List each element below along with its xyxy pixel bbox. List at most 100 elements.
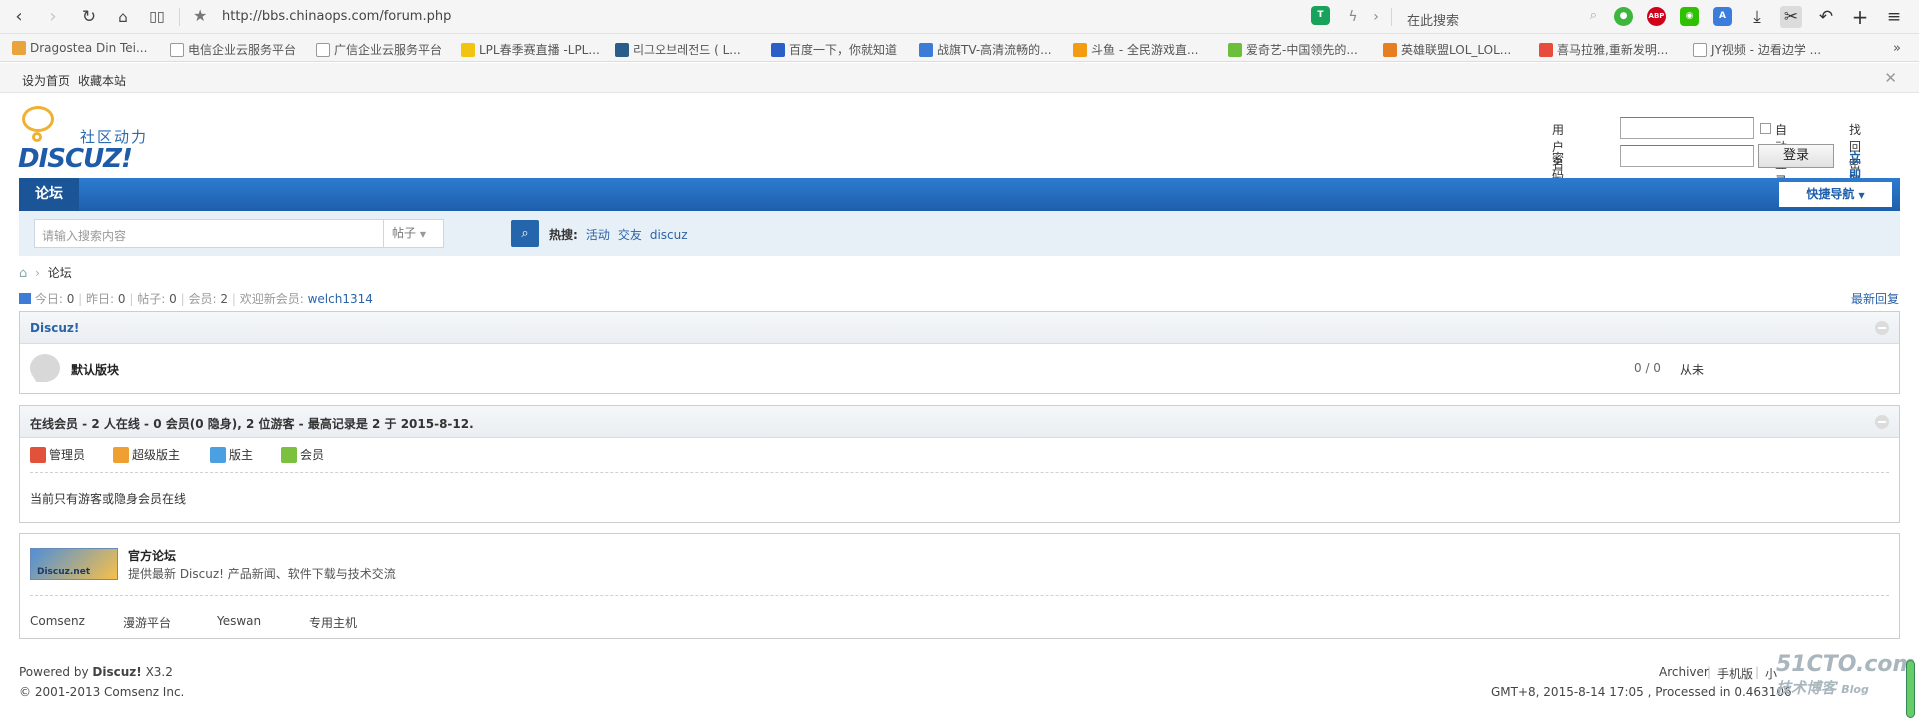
- browser-toolbar: ‹ › ↻ ⌂ ▯▯ ★ http://bbs.chinaops.com/for…: [0, 0, 1919, 34]
- forum-stats: 今日: 0 | 昨日: 0 | 帖子: 0 | 会员: 2 | 欢迎新会员: w…: [19, 290, 373, 307]
- hot-search-link[interactable]: discuz: [650, 228, 688, 242]
- powered-by: Powered by Discuz! X3.2: [19, 665, 173, 679]
- password-input[interactable]: [1620, 145, 1754, 167]
- download-icon[interactable]: ⤓: [1746, 6, 1768, 28]
- bookmark-item[interactable]: 战旗TV-高清流畅的...: [919, 41, 1052, 58]
- menu-icon[interactable]: ≡: [1883, 6, 1905, 28]
- logo-bubble-icon: [22, 106, 54, 132]
- hot-search: 热搜: 活动 交友 discuz: [549, 228, 688, 242]
- category-title[interactable]: Discuz!: [30, 321, 79, 335]
- mobile-link[interactable]: 手机版: [1717, 665, 1753, 682]
- bookmark-item[interactable]: Dragostea Din Tei...: [12, 41, 147, 55]
- browser-search[interactable]: 在此搜索 ⌕: [1397, 4, 1597, 30]
- chart-icon: [19, 293, 31, 304]
- home-icon[interactable]: ⌂: [19, 266, 27, 281]
- bookmark-star-icon[interactable]: ★: [193, 6, 207, 25]
- site-logo[interactable]: 社区动力 DISCUZ!: [18, 104, 153, 174]
- auto-login-checkbox[interactable]: [1760, 123, 1771, 134]
- quick-nav-button[interactable]: 快捷导航 ▼: [1779, 182, 1892, 207]
- forum-counts: 0 / 0: [1634, 361, 1661, 375]
- page-icon: [316, 43, 330, 57]
- friend-link[interactable]: Yeswan: [217, 614, 261, 628]
- reload-icon[interactable]: ↻: [78, 6, 100, 28]
- adblock-icon[interactable]: ABP: [1647, 7, 1666, 26]
- flash-icon[interactable]: ϟ: [1342, 6, 1364, 28]
- search-icon[interactable]: ⌕: [1590, 8, 1597, 23]
- bookmark-icon: [919, 43, 933, 57]
- legend-member: 会员: [281, 446, 324, 463]
- friend-link[interactable]: 漫游平台: [123, 614, 171, 631]
- chat-icon[interactable]: ●: [1614, 7, 1633, 26]
- undo-icon[interactable]: ↶: [1815, 6, 1837, 28]
- address-bar[interactable]: http://bbs.chinaops.com/forum.php: [222, 9, 451, 24]
- user-icon: [210, 447, 226, 463]
- online-members-title[interactable]: 在线会员 - 2 人在线 - 0 会员(0 隐身), 2 位游客 - 最高记录是…: [30, 415, 474, 432]
- search-icon: ⌕: [521, 226, 529, 241]
- close-icon[interactable]: ✕: [1884, 69, 1897, 87]
- page-icon: [1693, 43, 1707, 57]
- login-button[interactable]: 登录: [1758, 144, 1834, 168]
- main-nav: 论坛 快捷导航 ▼: [19, 178, 1900, 211]
- forward-icon[interactable]: ›: [42, 6, 64, 28]
- bookmark-item[interactable]: 英雄联盟LOL_LOL...: [1383, 41, 1511, 58]
- bookmark-icon: [12, 41, 26, 55]
- latest-replies-link[interactable]: 最新回复: [1851, 290, 1899, 307]
- bookmark-item[interactable]: 百度一下，你就知道: [771, 41, 897, 58]
- set-home-link[interactable]: 设为首页: [22, 72, 70, 89]
- watermark-logo: 51CTO.com 技术博客 Blog: [1776, 652, 1916, 697]
- scissors-icon[interactable]: ✂: [1780, 6, 1802, 28]
- bookmark-site-link[interactable]: 收藏本站: [78, 72, 126, 89]
- archiver-link[interactable]: Archiver: [1659, 665, 1709, 679]
- bookmark-item[interactable]: 电信企业云服务平台: [170, 41, 296, 58]
- bookmark-item[interactable]: 斗鱼 - 全民游戏直...: [1073, 41, 1198, 58]
- friend-link[interactable]: 专用主机: [309, 614, 357, 631]
- caret-down-icon: ▼: [419, 230, 426, 239]
- collapse-icon[interactable]: [1875, 415, 1889, 429]
- friend-link[interactable]: Comsenz: [30, 614, 85, 628]
- breadcrumb-current[interactable]: 论坛: [48, 266, 72, 280]
- forum-last-post: 从未: [1680, 363, 1705, 377]
- back-icon[interactable]: ‹: [8, 6, 30, 28]
- tab-forum[interactable]: 论坛: [19, 178, 79, 211]
- legend-admin: 管理员: [30, 446, 85, 463]
- search-button[interactable]: ⌕: [511, 220, 539, 247]
- bookmark-item[interactable]: LPL春季赛直播 -LPL...: [461, 41, 600, 58]
- reader-icon[interactable]: ▯▯: [146, 6, 168, 28]
- collapse-icon[interactable]: [1875, 321, 1889, 335]
- hot-search-link[interactable]: 交友: [618, 228, 642, 242]
- bookmark-icon: [1383, 43, 1397, 57]
- chevron-right-icon[interactable]: ›: [1365, 6, 1387, 28]
- official-forum-desc: 提供最新 Discuz! 产品新闻、软件下载与技术交流: [128, 567, 396, 581]
- hot-search-link[interactable]: 活动: [586, 228, 610, 242]
- translate-icon[interactable]: A: [1713, 7, 1732, 26]
- newest-member-link[interactable]: welch1314: [308, 292, 373, 306]
- baidu-icon: [771, 43, 785, 57]
- discuz-link[interactable]: Discuz!: [92, 665, 141, 679]
- bookmark-item[interactable]: 广信企业云服务平台: [316, 41, 442, 58]
- user-icon: [113, 447, 129, 463]
- username-input[interactable]: [1620, 117, 1754, 139]
- bookmarks-overflow-icon[interactable]: »: [1893, 41, 1901, 56]
- scrollbar-thumb[interactable]: [1906, 660, 1915, 718]
- home-icon[interactable]: ⌂: [112, 6, 134, 28]
- official-forum-link[interactable]: 官方论坛: [128, 547, 176, 564]
- page-icon: [170, 43, 184, 57]
- bookmark-item[interactable]: JY视频 - 边看边学 ...: [1693, 41, 1821, 58]
- bookmark-icon: [1539, 43, 1553, 57]
- forum-search-input[interactable]: 请输入搜索内容: [42, 227, 126, 244]
- bookmark-item[interactable]: 爱奇艺-中国领先的...: [1228, 41, 1358, 58]
- forum-search: 请输入搜索内容 帖子 ▼: [34, 219, 444, 248]
- user-icon: [30, 447, 46, 463]
- wechat-icon[interactable]: ◉: [1680, 7, 1699, 26]
- official-forum-banner[interactable]: Discuz.net: [30, 548, 118, 580]
- forum-row: 默认版块 0 / 0 从未: [20, 344, 1899, 394]
- new-tab-icon[interactable]: +: [1849, 6, 1871, 28]
- browser-search-input[interactable]: 在此搜索: [1407, 10, 1459, 29]
- user-icon: [281, 447, 297, 463]
- search-type-select[interactable]: 帖子 ▼: [383, 220, 443, 247]
- shield-icon[interactable]: T: [1311, 6, 1330, 25]
- forum-name-link[interactable]: 默认版块: [71, 361, 119, 378]
- bookmark-item[interactable]: 喜马拉雅,重新发明...: [1539, 41, 1668, 58]
- bookmark-item[interactable]: 리그오브레전드 ( L...: [615, 41, 741, 58]
- legend-super-mod: 超级版主: [113, 446, 180, 463]
